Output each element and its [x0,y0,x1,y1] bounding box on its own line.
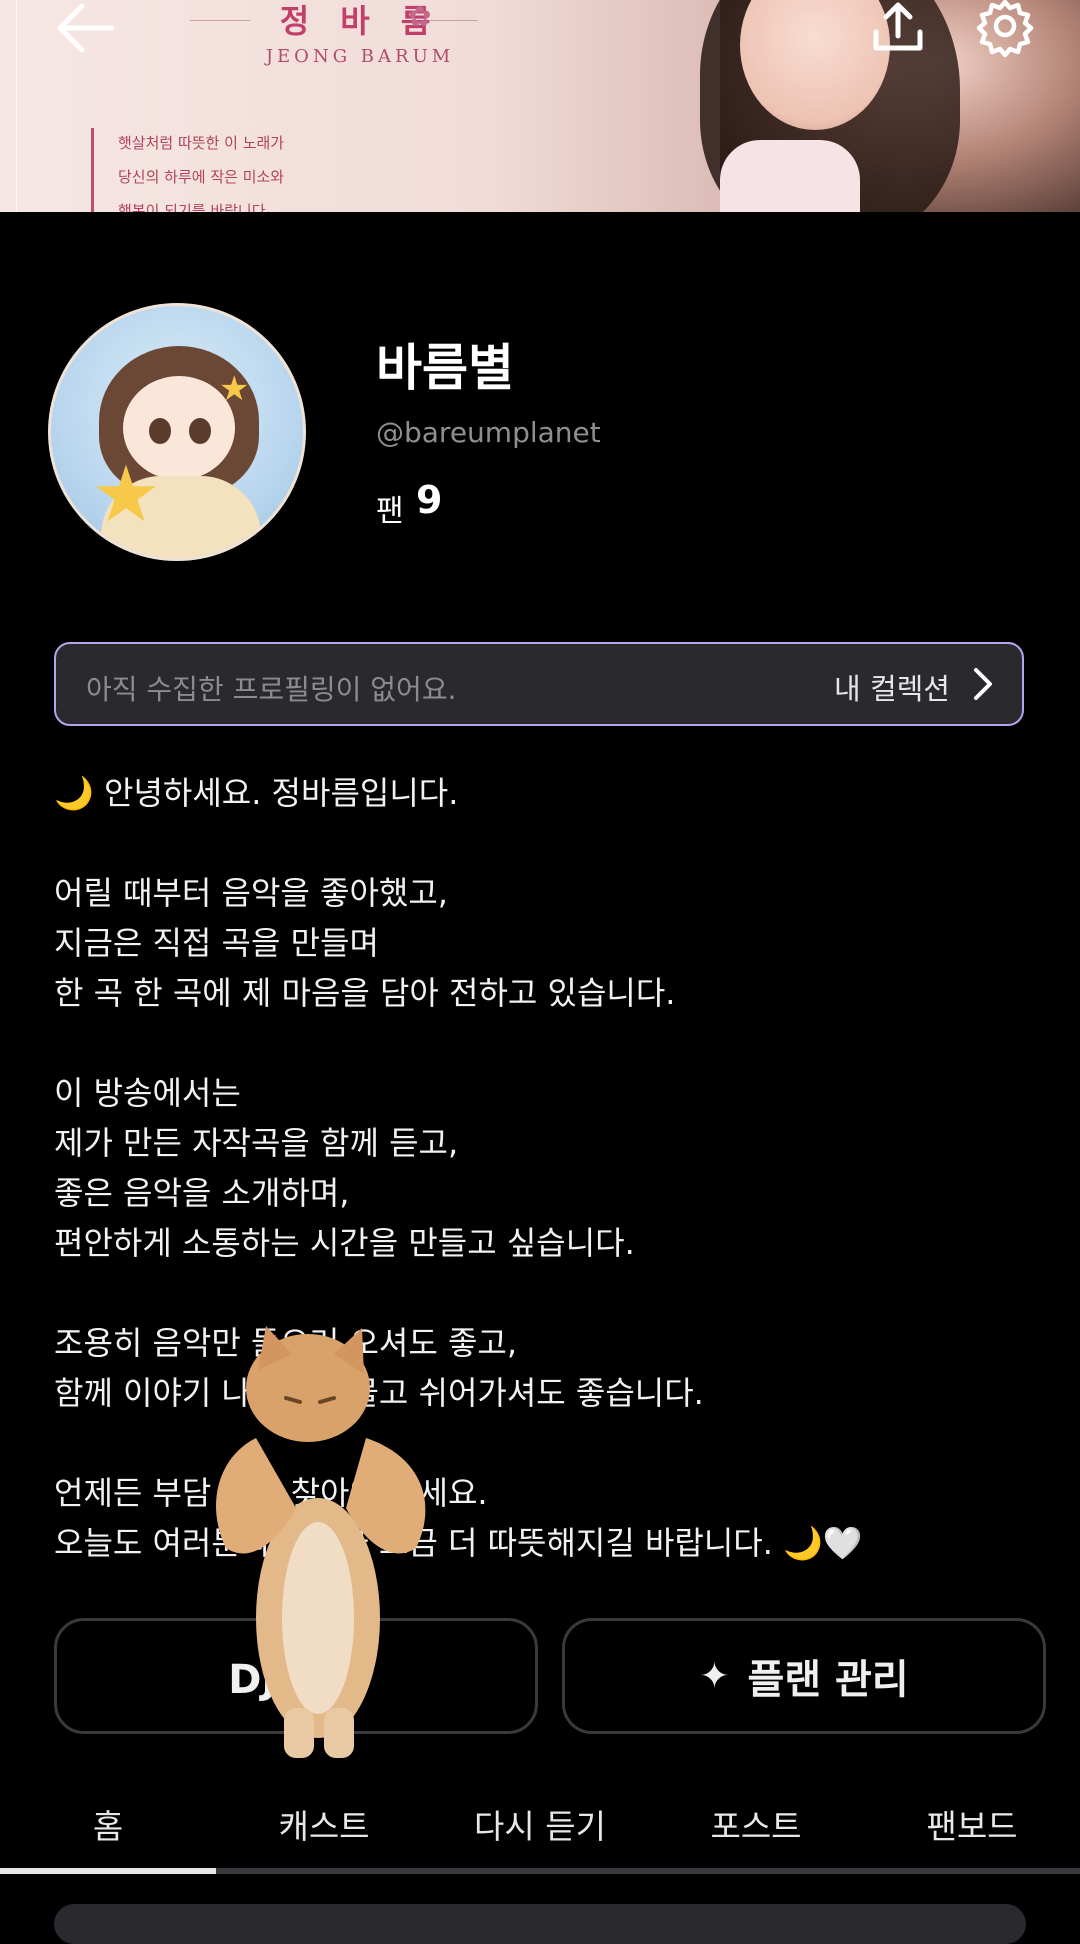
bio-line [54,1268,1034,1318]
bio-line: 편안하게 소통하는 시간을 만들고 싶습니다. [54,1224,635,1262]
bio-line [54,818,1034,868]
bio-line [54,1018,1034,1068]
bio-line: 🌙 안녕하세요. 정바름입니다. [54,774,459,812]
banner-subtitle: JEONG BARUM [265,46,455,67]
fans-label: 팬 [376,494,404,529]
bio-line: 지금은 직접 곡을 만들며 [54,924,379,962]
profile-tabs: 홈 캐스트 다시 듣기 포스트 팬보드 [0,1800,1080,1870]
cat-sticker [196,1318,446,1758]
avatar-eye [149,418,171,444]
bio-line: 어릴 때부터 음악을 좋아했고, [54,874,448,912]
bio-line: 좋은 음악을 소개하며, [54,1174,350,1212]
tab-replay[interactable]: 다시 듣기 [432,1800,648,1848]
bio-line: 제가 만든 자작곡을 함께 듣고, [54,1124,459,1162]
tab-home[interactable]: 홈 [0,1800,216,1848]
tab-fanboard[interactable]: 팬보드 [864,1800,1080,1848]
profile-name: 바름별 [376,339,514,397]
avatar-eye [189,418,211,444]
flower-icon: ✿ [408,0,432,33]
plan-manage-label: 플랜 관리 [747,1657,909,1703]
banner-quote-bar [91,128,94,212]
bio-line: 한 곡 한 곡에 제 마음을 담아 전하고 있습니다. [54,974,676,1012]
gear-icon[interactable] [976,0,1034,62]
share-icon[interactable] [870,0,926,60]
banner-title: 정 바 름 [279,2,441,40]
profile-handle: @bareumplanet [376,416,601,449]
avatar[interactable]: ★ ★ [48,303,306,561]
star-icon: ★ [219,369,250,409]
my-collection-link[interactable]: 내 컬렉션 [834,666,950,708]
chevron-right-icon[interactable] [968,664,998,708]
collection-empty-text: 아직 수집한 프로필링이 없어요. [86,673,457,706]
bio-line: 이 방송에서는 [54,1074,241,1112]
content-card [54,1904,1026,1944]
sparkle-icon: ✦ [699,1655,730,1697]
tab-post[interactable]: 포스트 [648,1800,864,1848]
banner-quote-line: 행복이 되기를 바랍니다 [118,202,266,212]
fans-count[interactable]: 9 [416,478,442,522]
banner-frame-line [16,0,17,212]
banner-quote: 햇살처럼 따뜻한 이 노래가 당신의 하루에 작은 미소와 행복이 되기를 바랍… [118,126,284,212]
banner-illustration-dress [720,140,860,212]
tab-active-indicator [0,1868,216,1874]
back-arrow-icon[interactable] [52,0,116,60]
tab-cast[interactable]: 캐스트 [216,1800,432,1848]
collection-bar[interactable]: 아직 수집한 프로필링이 없어요. 내 컬렉션 [54,642,1024,726]
banner-quote-line: 햇살처럼 따뜻한 이 노래가 [118,134,285,152]
star-icon: ★ [91,450,161,540]
plan-manage-button[interactable]: ✦ 플랜 관리 [562,1618,1046,1734]
banner-quote-line: 당신의 하루에 작은 미소와 [118,168,285,186]
